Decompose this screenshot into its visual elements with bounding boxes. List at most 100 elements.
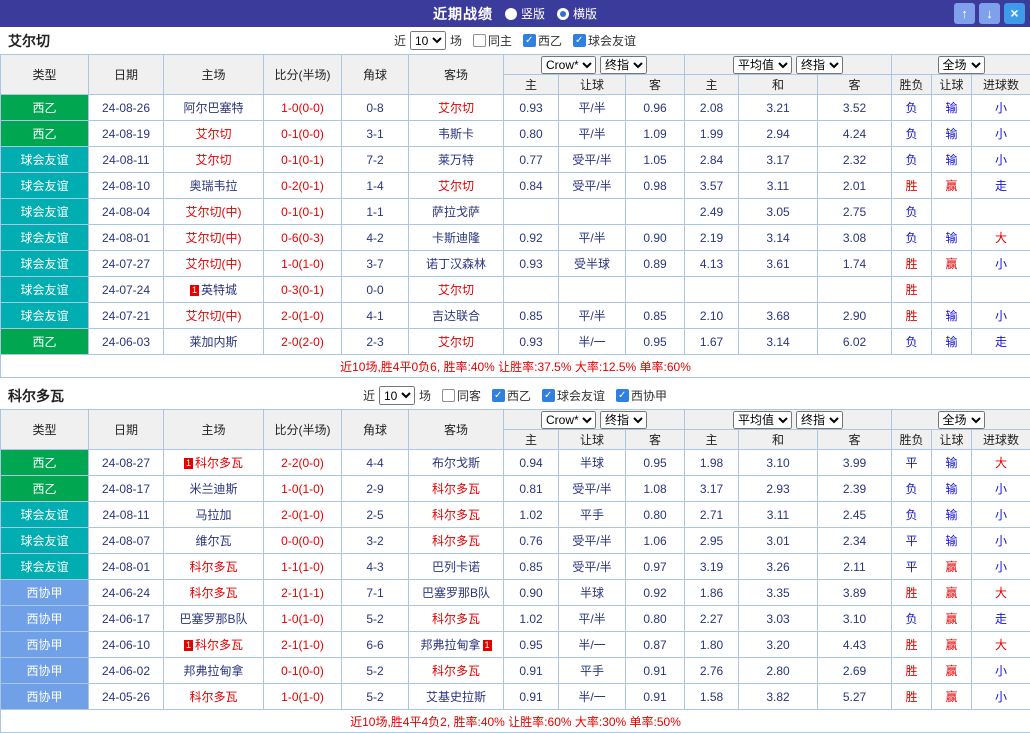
away-team-cell[interactable]: 巴列卡诺	[409, 554, 504, 580]
away-team-cell[interactable]: 科尔多瓦	[409, 476, 504, 502]
odds-value: 3.20	[739, 632, 818, 658]
home-team-cell[interactable]: 科尔多瓦	[164, 580, 264, 606]
match-type-badge: 西协甲	[1, 580, 89, 606]
match-count-select[interactable]: 10	[410, 31, 446, 50]
away-team-cell[interactable]: 卡斯迪隆	[409, 225, 504, 251]
home-team-cell[interactable]: 巴塞罗那B队	[164, 606, 264, 632]
result-winloss: 负	[892, 121, 932, 147]
home-team-cell[interactable]: 邦弗拉甸拿	[164, 658, 264, 684]
home-team-cell[interactable]: 维尔瓦	[164, 528, 264, 554]
team-name: 艾尔切	[8, 31, 50, 51]
away-team-cell[interactable]: 科尔多瓦	[409, 502, 504, 528]
team-sections: 艾尔切近10场同主西乙球会友谊类型日期主场比分(半场)角球客场Crow*终指平均…	[0, 27, 1030, 733]
away-team-cell[interactable]: 科尔多瓦	[409, 606, 504, 632]
match-count-select[interactable]: 10	[379, 386, 415, 405]
odds-view-select[interactable]: 终指	[796, 411, 843, 429]
match-row: 球会友谊24-08-10奥瑞韦拉0-2(0-1)1-4艾尔切0.84受平/半0.…	[1, 173, 1030, 199]
away-team-cell[interactable]: 韦斯卡	[409, 121, 504, 147]
scroll-up-button[interactable]: ↑	[954, 3, 975, 24]
home-team-cell[interactable]: 艾尔切(中)	[164, 303, 264, 329]
filter-checkbox-球会友谊[interactable]: 球会友谊	[542, 387, 605, 404]
result-handicap: 输	[932, 147, 972, 173]
odds-value: 2.90	[818, 303, 892, 329]
home-team-cell[interactable]: 1科尔多瓦	[164, 632, 264, 658]
home-team-cell[interactable]: 阿尔巴塞特	[164, 95, 264, 121]
odds-view-select[interactable]: Crow*	[541, 56, 596, 74]
away-team-cell[interactable]: 艾尔切	[409, 329, 504, 355]
odds-view-select[interactable]: Crow*	[541, 411, 596, 429]
odds-value: 1.02	[504, 606, 559, 632]
home-team-cell[interactable]: 艾尔切	[164, 147, 264, 173]
home-team-cell[interactable]: 艾尔切(中)	[164, 199, 264, 225]
home-team-name: 科尔多瓦	[189, 560, 237, 574]
title-bar: 近期战绩 竖版 横版 ↑ ↓ ×	[0, 0, 1030, 27]
odds-value: 3.11	[739, 173, 818, 199]
filter-checkbox-西乙[interactable]: 西乙	[492, 387, 531, 404]
result-goals: 走	[972, 329, 1030, 355]
filter-checkbox-球会友谊[interactable]: 球会友谊	[573, 32, 636, 49]
away-team-cell[interactable]: 巴塞罗那B队	[409, 580, 504, 606]
result-handicap: 输	[932, 225, 972, 251]
result-winloss: 负	[892, 95, 932, 121]
away-team-cell[interactable]: 艾尔切	[409, 95, 504, 121]
filter-checkbox-西协甲[interactable]: 西协甲	[616, 387, 667, 404]
odds-value: 3.19	[685, 554, 739, 580]
scroll-down-button[interactable]: ↓	[979, 3, 1000, 24]
home-team-cell[interactable]: 奥瑞韦拉	[164, 173, 264, 199]
away-team-cell[interactable]: 布尔戈斯	[409, 450, 504, 476]
home-team-cell[interactable]: 1科尔多瓦	[164, 450, 264, 476]
home-team-cell[interactable]: 科尔多瓦	[164, 554, 264, 580]
result-goals: 走	[972, 606, 1030, 632]
match-type-badge: 西乙	[1, 329, 89, 355]
layout-radio-vertical[interactable]: 竖版	[505, 5, 545, 22]
col-header: 日期	[89, 410, 164, 450]
checkbox-checked-icon	[523, 34, 536, 47]
home-team-cell[interactable]: 马拉加	[164, 502, 264, 528]
close-button[interactable]: ×	[1004, 3, 1025, 24]
home-team-name: 莱加内斯	[189, 335, 237, 349]
odds-view-select[interactable]: 全场	[938, 411, 985, 429]
away-team-cell[interactable]: 艾尔切	[409, 173, 504, 199]
odds-value: 1.80	[685, 632, 739, 658]
odds-view-select[interactable]: 平均值	[733, 411, 792, 429]
home-team-cell[interactable]: 莱加内斯	[164, 329, 264, 355]
away-team-cell[interactable]: 科尔多瓦	[409, 658, 504, 684]
away-team-cell[interactable]: 艾基史拉斯	[409, 684, 504, 710]
filter-checkbox-西乙[interactable]: 西乙	[523, 32, 562, 49]
away-team-cell[interactable]: 莱万特	[409, 147, 504, 173]
away-team-cell[interactable]: 吉达联合	[409, 303, 504, 329]
home-team-cell[interactable]: 米兰迪斯	[164, 476, 264, 502]
red-card-badge: 1	[184, 458, 193, 469]
score: 0-0(0-0)	[264, 528, 342, 554]
filter-checkbox-同客[interactable]: 同客	[442, 387, 481, 404]
home-team-cell[interactable]: 艾尔切	[164, 121, 264, 147]
away-team-cell[interactable]: 艾尔切	[409, 277, 504, 303]
home-team-cell[interactable]: 1英特城	[164, 277, 264, 303]
away-team-cell[interactable]: 萨拉戈萨	[409, 199, 504, 225]
col-subheader: 胜负	[892, 75, 932, 95]
col-header: 客场	[409, 55, 504, 95]
odds-view-select[interactable]: 终指	[600, 56, 647, 74]
odds-value: 0.89	[626, 251, 685, 277]
home-team-cell[interactable]: 艾尔切(中)	[164, 251, 264, 277]
odds-value: 2.80	[739, 658, 818, 684]
result-winloss: 胜	[892, 632, 932, 658]
odds-view-select[interactable]: 终指	[796, 56, 843, 74]
odds-value: 0.90	[626, 225, 685, 251]
odds-value	[504, 277, 559, 303]
odds-view-select[interactable]: 平均值	[733, 56, 792, 74]
home-team-cell[interactable]: 艾尔切(中)	[164, 225, 264, 251]
odds-view-select[interactable]: 终指	[600, 411, 647, 429]
odds-value: 2.49	[685, 199, 739, 225]
away-team-cell[interactable]: 科尔多瓦	[409, 528, 504, 554]
away-team-cell[interactable]: 诺丁汉森林	[409, 251, 504, 277]
odds-value: 0.95	[626, 450, 685, 476]
away-team-cell[interactable]: 邦弗拉甸拿1	[409, 632, 504, 658]
odds-view-select[interactable]: 全场	[938, 56, 985, 74]
summary-stats: 近10场,胜4平4负2, 胜率:40% 让胜率:60% 大率:30% 单率:50…	[1, 710, 1030, 733]
layout-radio-horizontal[interactable]: 横版	[557, 5, 597, 22]
score: 0-3(0-1)	[264, 277, 342, 303]
match-row: 西协甲24-06-17巴塞罗那B队1-0(1-0)5-2科尔多瓦1.02平/半0…	[1, 606, 1030, 632]
filter-checkbox-同主[interactable]: 同主	[473, 32, 512, 49]
home-team-cell[interactable]: 科尔多瓦	[164, 684, 264, 710]
